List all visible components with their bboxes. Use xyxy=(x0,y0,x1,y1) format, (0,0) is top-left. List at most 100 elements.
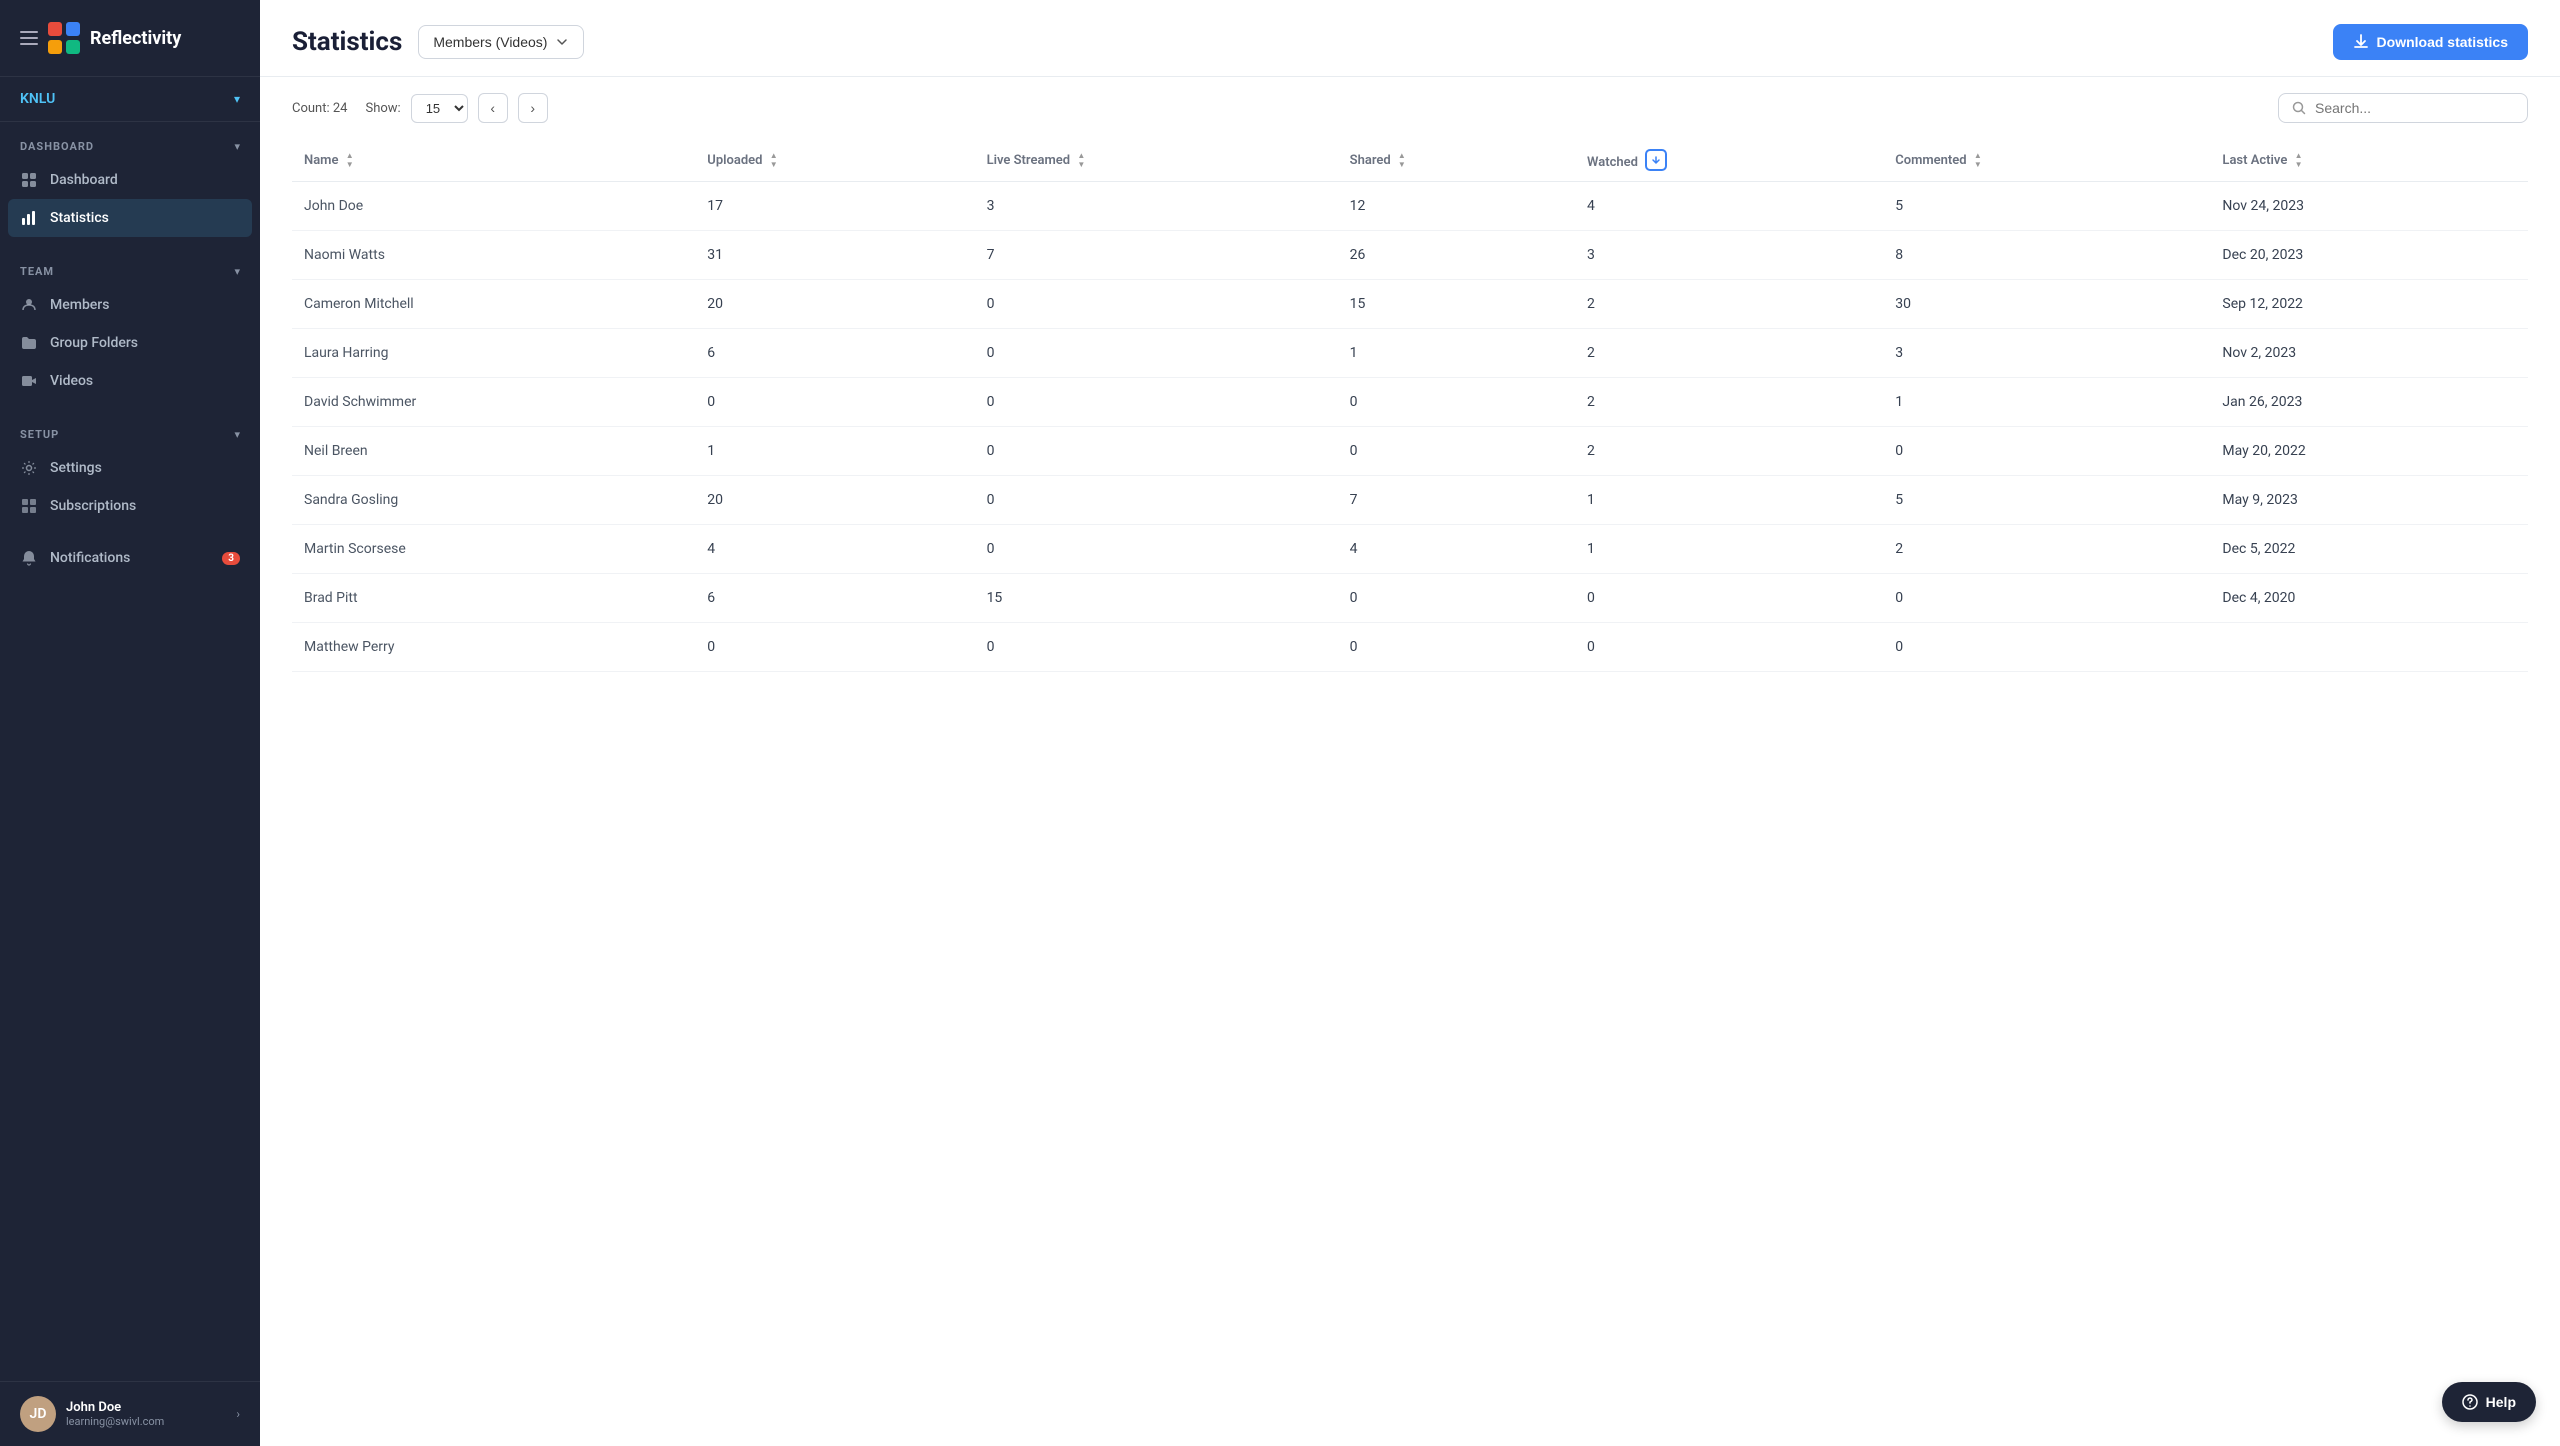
table-row: John Doe 17 3 12 4 5 Nov 24, 2023 xyxy=(292,182,2528,231)
cell-watched: 2 xyxy=(1575,280,1883,329)
cell-shared: 0 xyxy=(1338,427,1575,476)
cell-commented: 0 xyxy=(1883,623,2210,672)
sidebar-item-dashboard[interactable]: Dashboard xyxy=(0,161,260,199)
section-chevron-dashboard: ▾ xyxy=(234,140,240,153)
sidebar-item-notifications[interactable]: Notifications 3 xyxy=(0,539,260,577)
cell-last-active: Nov 2, 2023 xyxy=(2210,329,2528,378)
sidebar-item-members[interactable]: Members xyxy=(0,286,260,324)
col-uploaded[interactable]: Uploaded ▲▼ xyxy=(695,139,974,182)
filter-dropdown-label: Members (Videos) xyxy=(433,34,547,50)
cell-live-streamed: 3 xyxy=(975,182,1338,231)
sort-arrows-uploaded: ▲▼ xyxy=(770,152,778,169)
filter-dropdown[interactable]: Members (Videos) xyxy=(418,25,584,59)
next-page-button[interactable]: › xyxy=(518,93,548,123)
sidebar-item-group-folders[interactable]: Group Folders xyxy=(0,324,260,362)
col-watched[interactable]: Watched xyxy=(1575,139,1883,182)
search-icon xyxy=(2291,100,2307,116)
table-header: Name ▲▼ Uploaded ▲▼ Live Streamed ▲▼ Sha… xyxy=(292,139,2528,182)
cell-commented: 5 xyxy=(1883,476,2210,525)
cell-uploaded: 0 xyxy=(695,378,974,427)
cell-uploaded: 6 xyxy=(695,329,974,378)
sidebar-item-videos-label: Videos xyxy=(50,373,93,389)
table-row: Naomi Watts 31 7 26 3 8 Dec 20, 2023 xyxy=(292,231,2528,280)
video-icon xyxy=(20,372,38,390)
download-icon xyxy=(2353,34,2369,50)
cell-uploaded: 20 xyxy=(695,280,974,329)
col-live-streamed[interactable]: Live Streamed ▲▼ xyxy=(975,139,1338,182)
org-switcher[interactable]: KNLU ▾ xyxy=(0,77,260,122)
col-shared[interactable]: Shared ▲▼ xyxy=(1338,139,1575,182)
cell-shared: 4 xyxy=(1338,525,1575,574)
cell-live-streamed: 0 xyxy=(975,623,1338,672)
cell-last-active: Sep 12, 2022 xyxy=(2210,280,2528,329)
col-commented[interactable]: Commented ▲▼ xyxy=(1883,139,2210,182)
table-area: Count: 24 Show: 15 25 50 ‹ › Na xyxy=(260,77,2560,1446)
cell-last-active: Dec 4, 2020 xyxy=(2210,574,2528,623)
cell-uploaded: 31 xyxy=(695,231,974,280)
table-row: Matthew Perry 0 0 0 0 0 xyxy=(292,623,2528,672)
sort-arrows-commented: ▲▼ xyxy=(1974,152,1982,169)
cell-name: John Doe xyxy=(292,182,695,231)
sidebar-item-statistics[interactable]: Statistics xyxy=(8,199,252,237)
folder-icon xyxy=(20,334,38,352)
prev-page-button[interactable]: ‹ xyxy=(478,93,508,123)
sidebar-item-videos[interactable]: Videos xyxy=(0,362,260,400)
cell-last-active: May 20, 2022 xyxy=(2210,427,2528,476)
cell-live-streamed: 15 xyxy=(975,574,1338,623)
table-row: Sandra Gosling 20 0 7 1 5 May 9, 2023 xyxy=(292,476,2528,525)
sidebar-item-settings-label: Settings xyxy=(50,460,102,476)
sidebar-item-settings[interactable]: Settings xyxy=(0,449,260,487)
sidebar-item-subscriptions[interactable]: Subscriptions xyxy=(0,487,260,525)
cell-uploaded: 4 xyxy=(695,525,974,574)
bell-icon xyxy=(20,549,38,567)
section-chevron-team: ▾ xyxy=(234,265,240,278)
active-sort-icon[interactable] xyxy=(1645,149,1667,171)
cell-last-active: Dec 20, 2023 xyxy=(2210,231,2528,280)
help-btn-label: Help xyxy=(2486,1394,2516,1410)
section-header-dashboard[interactable]: DASHBOARD ▾ xyxy=(0,132,260,161)
logo-icon xyxy=(48,22,80,54)
section-header-setup[interactable]: SETUP ▾ xyxy=(0,420,260,449)
subscriptions-icon xyxy=(20,497,38,515)
gear-icon xyxy=(20,459,38,477)
cell-name: Sandra Gosling xyxy=(292,476,695,525)
search-box[interactable] xyxy=(2278,93,2528,123)
cell-watched: 1 xyxy=(1575,525,1883,574)
cell-commented: 1 xyxy=(1883,378,2210,427)
cell-name: Brad Pitt xyxy=(292,574,695,623)
cell-name: Laura Harring xyxy=(292,329,695,378)
avatar: JD xyxy=(20,1396,56,1432)
col-name[interactable]: Name ▲▼ xyxy=(292,139,695,182)
section-header-team[interactable]: TEAM ▾ xyxy=(0,257,260,286)
table-body: John Doe 17 3 12 4 5 Nov 24, 2023 Naomi … xyxy=(292,182,2528,672)
user-email: learning@swivl.com xyxy=(66,1415,226,1428)
cell-uploaded: 20 xyxy=(695,476,974,525)
col-last-active[interactable]: Last Active ▲▼ xyxy=(2210,139,2528,182)
sidebar-item-group-folders-label: Group Folders xyxy=(50,335,138,351)
footer-chevron-icon[interactable]: › xyxy=(236,1407,240,1421)
table-row: Brad Pitt 6 15 0 0 0 Dec 4, 2020 xyxy=(292,574,2528,623)
bar-chart-icon xyxy=(20,209,38,227)
cell-watched: 2 xyxy=(1575,378,1883,427)
download-statistics-button[interactable]: Download statistics xyxy=(2333,24,2528,60)
sort-arrows-last-active: ▲▼ xyxy=(2295,152,2303,169)
cell-last-active xyxy=(2210,623,2528,672)
hamburger-icon[interactable] xyxy=(20,31,38,45)
show-label: Show: xyxy=(365,101,400,116)
search-input[interactable] xyxy=(2315,100,2515,116)
cell-shared: 26 xyxy=(1338,231,1575,280)
page-size-select[interactable]: 15 25 50 xyxy=(411,94,468,123)
cell-name: Martin Scorsese xyxy=(292,525,695,574)
cell-name: Cameron Mitchell xyxy=(292,280,695,329)
help-circle-icon xyxy=(2462,1394,2478,1410)
cell-live-streamed: 7 xyxy=(975,231,1338,280)
help-button[interactable]: Help xyxy=(2442,1382,2536,1422)
table-controls: Count: 24 Show: 15 25 50 ‹ › xyxy=(292,77,2528,139)
cell-watched: 0 xyxy=(1575,574,1883,623)
notifications-badge: 3 xyxy=(222,552,240,565)
section-label-setup: SETUP xyxy=(20,428,59,441)
cell-name: David Schwimmer xyxy=(292,378,695,427)
main-content: Statistics Members (Videos) Download sta… xyxy=(260,0,2560,1446)
section-chevron-setup: ▾ xyxy=(234,428,240,441)
table-row: Laura Harring 6 0 1 2 3 Nov 2, 2023 xyxy=(292,329,2528,378)
